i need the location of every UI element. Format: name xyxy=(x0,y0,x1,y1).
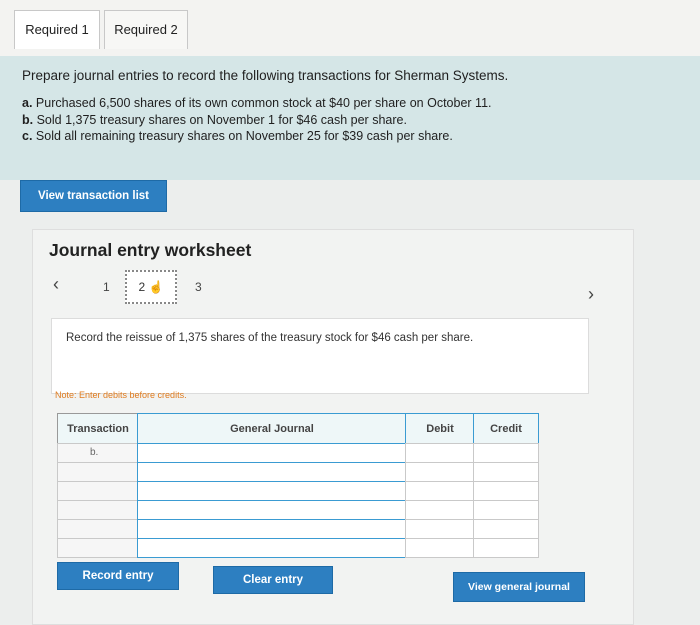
debit-input[interactable] xyxy=(405,462,475,482)
tab-bar: Required 1 Required 2 xyxy=(0,0,700,56)
entry-description-box: Record the reissue of 1,375 shares of th… xyxy=(51,318,589,394)
view-general-journal-button[interactable]: View general journal xyxy=(453,572,585,602)
transaction-cell xyxy=(57,481,139,501)
transaction-text: Sold 1,375 treasury shares on November 1… xyxy=(36,112,407,127)
chevron-right-icon[interactable]: › xyxy=(588,284,594,305)
transaction-letter: c. xyxy=(22,129,33,143)
transaction-item: a. Purchased 6,500 shares of its own com… xyxy=(22,95,492,112)
credit-input[interactable] xyxy=(473,519,539,539)
page-2-label: 2 xyxy=(138,280,146,294)
account-select[interactable] xyxy=(137,500,407,520)
transaction-text: Purchased 6,500 shares of its own common… xyxy=(35,96,492,110)
transaction-letter: b. xyxy=(22,112,34,127)
credit-input[interactable] xyxy=(473,538,539,558)
tab-required-1[interactable]: Required 1 xyxy=(14,10,100,49)
instructions-text: Prepare journal entries to record the fo… xyxy=(22,68,509,83)
account-select[interactable] xyxy=(137,538,407,558)
debit-input[interactable] xyxy=(405,500,475,520)
page-1[interactable]: 1 xyxy=(103,280,110,294)
transaction-list: a. Purchased 6,500 shares of its own com… xyxy=(22,95,492,145)
transaction-value: b. xyxy=(90,447,99,458)
page-2-current[interactable]: 2 ☝ xyxy=(125,270,177,304)
journal-entry-worksheet: Journal entry worksheet ‹ 1 2 ☝ 3 › Reco… xyxy=(32,229,634,625)
debit-input[interactable] xyxy=(405,538,475,558)
account-select[interactable] xyxy=(137,462,407,482)
column-label: Credit xyxy=(490,423,522,435)
column-header-credit: Credit xyxy=(473,413,539,445)
transaction-text: Sold all remaining treasury shares on No… xyxy=(35,129,453,143)
credit-input[interactable] xyxy=(473,500,539,520)
column-header-general-journal: General Journal xyxy=(137,413,407,445)
transaction-cell xyxy=(57,538,139,558)
view-transaction-list-button[interactable]: View transaction list xyxy=(20,180,167,212)
chevron-left-icon[interactable]: ‹ xyxy=(53,274,59,295)
instructions-panel: Prepare journal entries to record the fo… xyxy=(0,56,700,180)
debit-input[interactable] xyxy=(405,443,475,463)
credit-input[interactable] xyxy=(473,481,539,501)
transaction-cell: b. xyxy=(57,443,139,463)
transaction-cell xyxy=(57,462,139,482)
transaction-item: b. Sold 1,375 treasury shares on Novembe… xyxy=(22,112,492,129)
note-text: Note: Enter debits before credits. xyxy=(55,390,187,400)
account-select[interactable] xyxy=(137,481,407,501)
transaction-cell xyxy=(57,519,139,539)
debit-input[interactable] xyxy=(405,481,475,501)
hand-cursor-icon: ☝ xyxy=(148,280,164,294)
transaction-letter: a. xyxy=(22,96,33,110)
page-3[interactable]: 3 xyxy=(195,280,202,294)
account-select[interactable] xyxy=(137,443,407,463)
record-entry-button[interactable]: Record entry xyxy=(57,562,179,590)
transaction-item: c. Sold all remaining treasury shares on… xyxy=(22,128,492,145)
credit-input[interactable] xyxy=(473,462,539,482)
account-select[interactable] xyxy=(137,519,407,539)
entry-description: Record the reissue of 1,375 shares of th… xyxy=(66,332,474,344)
credit-input[interactable] xyxy=(473,443,539,463)
transaction-cell xyxy=(57,500,139,520)
journal-table: Transaction General Journal Debit Credit… xyxy=(57,413,539,559)
column-header-debit: Debit xyxy=(405,413,475,445)
column-label: Debit xyxy=(426,423,454,435)
tab-required-2[interactable]: Required 2 xyxy=(104,10,188,49)
worksheet-title: Journal entry worksheet xyxy=(49,240,252,260)
column-header-transaction: Transaction xyxy=(57,413,139,445)
column-label: Transaction xyxy=(67,423,129,435)
debit-input[interactable] xyxy=(405,519,475,539)
column-label: General Journal xyxy=(230,423,314,435)
clear-entry-button[interactable]: Clear entry xyxy=(213,566,333,594)
